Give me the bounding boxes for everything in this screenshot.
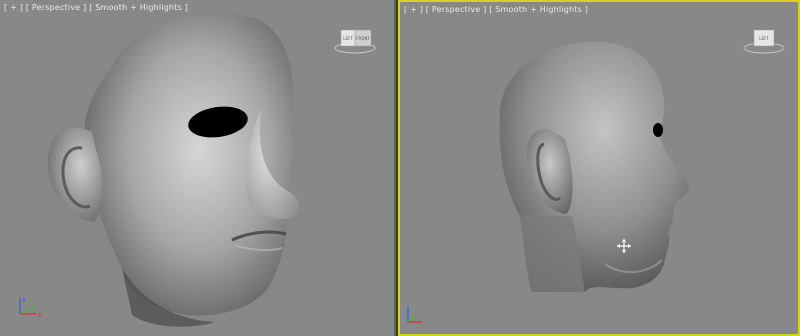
axis-z-label: z bbox=[22, 296, 26, 304]
axis-gizmo-icon: z y x bbox=[19, 296, 42, 319]
head-mesh-side[interactable] bbox=[499, 41, 689, 292]
head-mesh-front[interactable] bbox=[47, 14, 300, 327]
viewcube-face-left[interactable]: LEFT bbox=[343, 36, 353, 41]
viewport-left[interactable]: [ + ] [ Perspective ] [ Smooth + Highlig… bbox=[0, 0, 396, 336]
viewport-layout: [ + ] [ Perspective ] [ Smooth + Highlig… bbox=[0, 0, 800, 336]
right-scene: LEFT bbox=[407, 29, 785, 323]
left-scene: LEFT FRONT z y x bbox=[19, 14, 376, 327]
viewport-right[interactable]: [ + ] [ Perspective ] [ Smooth + Highlig… bbox=[398, 0, 800, 336]
axis-gizmo-icon bbox=[407, 306, 422, 323]
viewcube-icon[interactable]: LEFT bbox=[743, 29, 785, 54]
axis-x-label: x bbox=[38, 311, 42, 319]
viewcube-face-front[interactable]: FRONT bbox=[356, 36, 370, 41]
viewcube-icon[interactable]: LEFT FRONT bbox=[334, 29, 376, 54]
viewcube-face-left[interactable]: LEFT bbox=[759, 36, 769, 41]
axis-y-label: y bbox=[31, 303, 35, 311]
